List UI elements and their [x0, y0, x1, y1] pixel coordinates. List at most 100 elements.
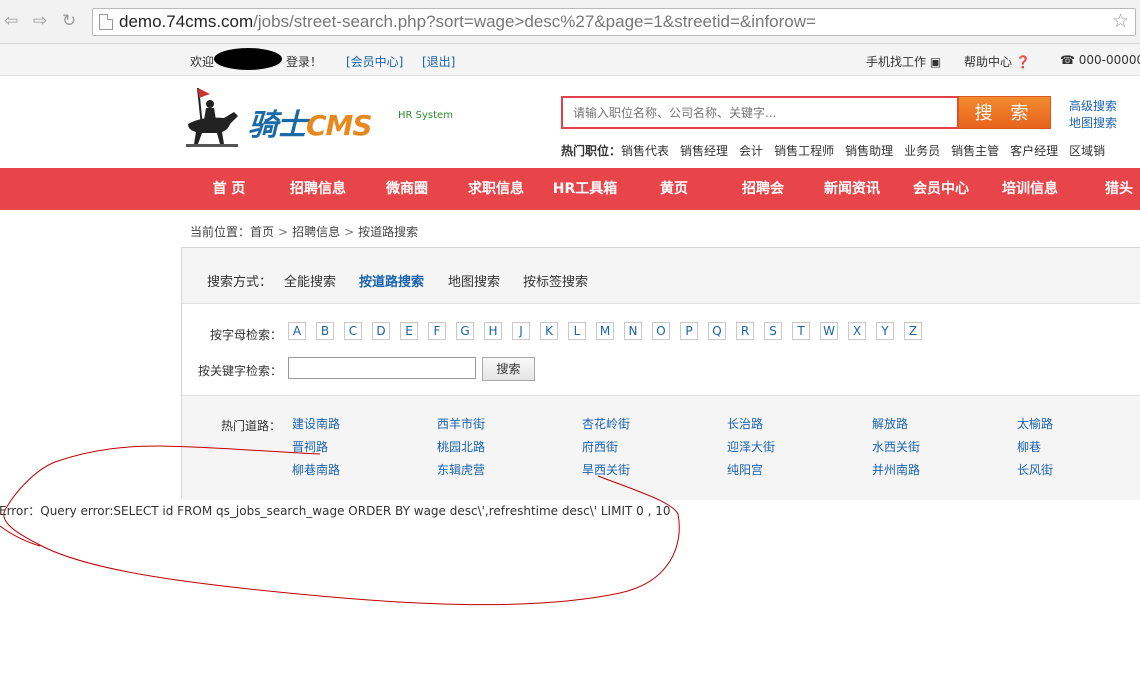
breadcrumb-home[interactable]: 首页	[250, 225, 274, 239]
mobile-icon: ▣	[929, 55, 942, 69]
letter-link-f[interactable]: F	[428, 322, 446, 340]
letter-link-y[interactable]: Y	[876, 322, 894, 340]
letter-link-s[interactable]: S	[764, 322, 782, 340]
knight-logo-icon	[186, 87, 238, 147]
letter-link-l[interactable]: L	[568, 322, 586, 340]
letter-link-c[interactable]: C	[344, 322, 362, 340]
letter-link-x[interactable]: X	[848, 322, 866, 340]
search-mode-tabs: 搜索方式： 全能搜索 按道路搜索 地图搜索 按标签搜索	[182, 248, 1140, 304]
nav-yellow-pages[interactable]: 黄页	[660, 168, 688, 210]
keyword-search-label: 按关键字检索：	[198, 364, 283, 378]
tab-all-search[interactable]: 全能搜索	[284, 271, 336, 290]
help-center-link[interactable]: 帮助中心 ❓	[964, 53, 1031, 70]
logo-text[interactable]: 骑士CMS	[248, 100, 373, 144]
breadcrumb: 当前位置：首页 > 招聘信息 > 按道路搜索	[190, 223, 418, 240]
letter-link-z[interactable]: Z	[904, 322, 922, 340]
nav-jobs[interactable]: 招聘信息	[290, 168, 346, 210]
tab-map-search[interactable]: 地图搜索	[448, 271, 500, 290]
search-mode-label: 搜索方式：	[207, 275, 273, 290]
letter-link-j[interactable]: J	[512, 322, 530, 340]
member-center-link[interactable]: [会员中心]	[346, 53, 403, 70]
letter-link-a[interactable]: A	[288, 322, 306, 340]
letter-link-p[interactable]: P	[680, 322, 698, 340]
letter-link-m[interactable]: M	[596, 322, 614, 340]
nav-resumes[interactable]: 求职信息	[468, 168, 524, 210]
mobile-job-label: 手机找工作	[866, 55, 927, 69]
nav-job-fair[interactable]: 招聘会	[742, 168, 784, 210]
hot-road-link[interactable]: 旱西关街	[582, 461, 630, 478]
hot-road-link[interactable]: 杏花岭街	[582, 415, 630, 432]
hot-road-link[interactable]: 东辑虎营	[437, 461, 485, 478]
hot-road-link[interactable]: 迎泽大街	[727, 438, 775, 455]
hot-job-link[interactable]: 销售助理	[845, 144, 893, 158]
keyword-search-button[interactable]: 搜索	[482, 357, 535, 381]
logout-link[interactable]: [退出]	[422, 53, 455, 70]
street-search-panel: 搜索方式： 全能搜索 按道路搜索 地图搜索 按标签搜索 按字母检索： ABCDE…	[181, 247, 1140, 500]
url-path: /jobs/street-search.php?sort=wage>desc%2…	[253, 12, 816, 31]
forward-icon[interactable]: ⇨	[33, 11, 47, 31]
letter-link-w[interactable]: W	[820, 322, 838, 340]
tab-tag-search[interactable]: 按标签搜索	[523, 271, 588, 290]
hot-job-link[interactable]: 会计	[739, 144, 763, 158]
letter-link-r[interactable]: R	[736, 322, 754, 340]
hot-road-link[interactable]: 并州南路	[872, 461, 920, 478]
hot-road-link[interactable]: 柳巷南路	[292, 461, 340, 478]
nav-training[interactable]: 培训信息	[1002, 168, 1058, 210]
nav-headhunter[interactable]: 猎头	[1105, 168, 1133, 210]
hot-road-link[interactable]: 解放路	[872, 415, 908, 432]
hot-roads-section: 热门道路： 建设南路 西羊市街 杏花岭街 长治路 解放路 太榆路晋祠路 桃园北路 府西街 迎泽大…	[182, 395, 1140, 500]
hot-job-link[interactable]: 销售工程师	[774, 144, 834, 158]
hot-job-link[interactable]: 区域销	[1069, 144, 1105, 158]
hot-job-link[interactable]: 销售主管	[951, 144, 999, 158]
advanced-search-link[interactable]: 高级搜索	[1069, 97, 1117, 114]
letter-link-d[interactable]: D	[372, 322, 390, 340]
nav-news[interactable]: 新闻资讯	[824, 168, 880, 210]
nav-hr-tools[interactable]: HR工具箱	[553, 168, 618, 210]
letter-link-e[interactable]: E	[400, 322, 418, 340]
welcome-text: 欢迎	[190, 55, 215, 69]
hot-road-link[interactable]: 柳巷	[1017, 438, 1041, 455]
letter-link-t[interactable]: T	[792, 322, 810, 340]
search-input[interactable]	[563, 98, 957, 127]
map-search-link[interactable]: 地图搜索	[1069, 114, 1117, 131]
hot-road-link[interactable]: 长治路	[727, 415, 763, 432]
hot-road-link[interactable]: 纯阳宫	[727, 461, 763, 478]
reload-icon[interactable]: ↻	[62, 11, 76, 31]
letter-link-n[interactable]: N	[624, 322, 642, 340]
letter-link-q[interactable]: Q	[708, 322, 726, 340]
tab-street-search[interactable]: 按道路搜索	[359, 271, 424, 290]
hot-roads-label: 热门道路：	[221, 419, 282, 433]
nav-micro-business[interactable]: 微商圈	[386, 168, 428, 210]
hot-job-link[interactable]: 客户经理	[1010, 144, 1058, 158]
hot-jobs: 热门职位：销售代表 销售经理 会计 销售工程师 销售助理 业务员 销售主管 客户经理 区域销	[561, 142, 1105, 159]
hot-road-link[interactable]: 府西街	[582, 438, 618, 455]
search-button[interactable]: 搜 索	[958, 96, 1051, 129]
hot-road-link[interactable]: 晋祠路	[292, 438, 328, 455]
hot-road-link[interactable]: 桃园北路	[437, 438, 485, 455]
letter-link-h[interactable]: H	[484, 322, 502, 340]
hot-road-link[interactable]: 长风街	[1017, 461, 1053, 478]
letter-link-o[interactable]: O	[652, 322, 670, 340]
breadcrumb-separator: >	[278, 225, 289, 239]
letter-link-b[interactable]: B	[316, 322, 334, 340]
back-icon[interactable]: ⇦	[4, 11, 18, 31]
letter-link-g[interactable]: G	[456, 322, 474, 340]
phone-number: ☎ 000-00000	[1060, 53, 1140, 67]
hot-job-link[interactable]: 销售代表	[621, 144, 669, 158]
hot-road-link[interactable]: 建设南路	[292, 415, 340, 432]
hot-road-link[interactable]: 西羊市街	[437, 415, 485, 432]
breadcrumb-jobs[interactable]: 招聘信息	[292, 225, 340, 239]
hot-road-link[interactable]: 水西关街	[872, 438, 920, 455]
logo-main: 骑士	[248, 108, 307, 143]
hot-job-link[interactable]: 销售经理	[680, 144, 728, 158]
bookmark-star-icon[interactable]: ☆	[1112, 10, 1129, 32]
mobile-job-link[interactable]: 手机找工作 ▣	[866, 53, 941, 70]
nav-member-center[interactable]: 会员中心	[913, 168, 969, 210]
letter-link-k[interactable]: K	[540, 322, 558, 340]
hot-road-link[interactable]: 太榆路	[1017, 415, 1053, 432]
nav-home[interactable]: 首 页	[213, 168, 246, 210]
keyword-input[interactable]	[288, 357, 476, 379]
top-utility-bar: 欢迎 登录！ [会员中心] [退出] 手机找工作 ▣ 帮助中心 ❓ ☎ 000-…	[0, 44, 1140, 76]
address-bar[interactable]: demo.74cms.com/jobs/street-search.php?so…	[92, 8, 1136, 36]
hot-job-link[interactable]: 业务员	[904, 144, 940, 158]
